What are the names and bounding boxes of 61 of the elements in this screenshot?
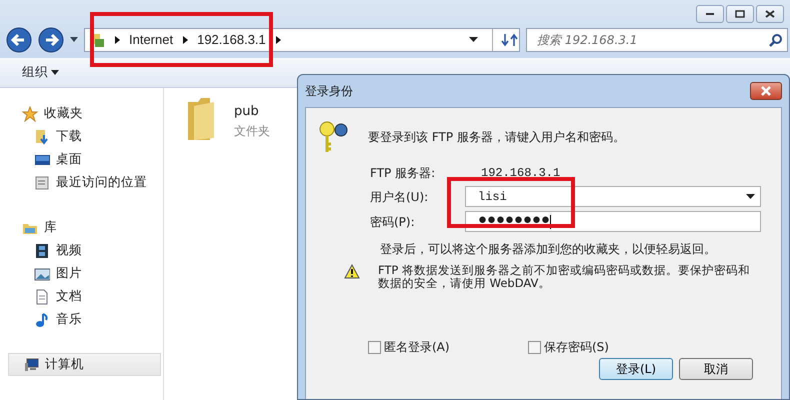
key-icon: [318, 120, 350, 154]
sidebar-item[interactable]: 文档: [56, 287, 82, 306]
chevron-icon: [113, 35, 121, 45]
forward-icon[interactable]: [38, 27, 64, 53]
warning-icon: [344, 264, 360, 279]
sidebar-item[interactable]: 音乐: [56, 310, 82, 329]
checkbox-option[interactable]: 保存密码(S): [528, 338, 688, 356]
cancel-button[interactable]: 取消: [679, 358, 753, 380]
minimize-button[interactable]: [696, 5, 724, 23]
dropdown-icon[interactable]: [469, 37, 478, 43]
file-name[interactable]: pub: [234, 102, 270, 122]
checkbox[interactable]: [368, 340, 381, 354]
sidebar-item[interactable]: 下载: [56, 127, 82, 146]
star-icon: [22, 106, 38, 122]
close-icon: [765, 10, 775, 18]
document-icon: [34, 288, 50, 304]
close-icon: [760, 86, 772, 96]
warning-text: FTP 将数据发送到服务器之前不加密或编码密码或数据。要保护密码和数据的安全，请使用 WebDAV。: [378, 264, 752, 290]
computer-icon: [23, 356, 39, 372]
close-button[interactable]: [756, 5, 784, 23]
minimize-icon: [705, 12, 715, 16]
organize-button[interactable]: 组织: [22, 63, 59, 82]
username-field[interactable]: lisi: [465, 186, 761, 207]
maximize-button[interactable]: [726, 5, 754, 23]
address-bar[interactable]: Internet 192.168.3.1: [84, 28, 520, 52]
back-icon[interactable]: [6, 27, 32, 53]
search-field[interactable]: 搜索 192.168.3.1: [526, 28, 788, 52]
checkbox[interactable]: [528, 340, 541, 354]
film-icon: [34, 242, 50, 258]
dialog-message: 要登录到该 FTP 服务器，请键入用户名和密码。: [368, 129, 625, 146]
info-text: 登录后，可以将这个服务器添加到您的收藏夹，以便轻易返回。: [380, 241, 717, 258]
field-label: 密码(P):: [370, 214, 416, 230]
search-icon[interactable]: [769, 33, 783, 47]
login-button[interactable]: 登录(L): [599, 358, 673, 380]
close-button[interactable]: [750, 82, 782, 100]
sidebar-item[interactable]: 库: [44, 218, 57, 237]
maximize-icon: [735, 10, 745, 18]
dialog-title: 登录身份: [305, 83, 353, 100]
sidebar-item[interactable]: 视频: [56, 241, 82, 260]
music-note-icon: [34, 312, 50, 328]
breadcrumb-item[interactable]: 192.168.3.1: [197, 30, 266, 50]
field-label: 用户名(U):: [370, 188, 430, 206]
sidebar-item[interactable]: 桌面: [56, 150, 82, 169]
breadcrumb-item[interactable]: Internet: [129, 30, 174, 50]
refresh-icon[interactable]: [501, 32, 519, 48]
file-type: 文件夹: [234, 122, 270, 140]
caret-icon: [51, 70, 59, 75]
sidebar-item[interactable]: 最近访问的位置: [56, 173, 147, 192]
checkbox-option[interactable]: 匿名登录(A): [368, 338, 528, 356]
sidebar-item[interactable]: 收藏夹: [44, 104, 83, 123]
sidebar-item[interactable]: 计算机: [8, 353, 161, 376]
server-address: 192.168.3.1: [480, 165, 562, 182]
recent-places-icon: [34, 174, 50, 190]
picture-icon: [34, 266, 50, 282]
password-field[interactable]: ●●●●●●●●: [465, 211, 761, 232]
sidebar-item[interactable]: 图片: [56, 264, 82, 283]
chevron-icon: [274, 35, 282, 45]
chevron-icon: [181, 35, 190, 45]
caret-icon[interactable]: [70, 37, 78, 43]
field-label: FTP 服务器:: [370, 165, 436, 182]
download-folder-icon: [34, 128, 50, 144]
